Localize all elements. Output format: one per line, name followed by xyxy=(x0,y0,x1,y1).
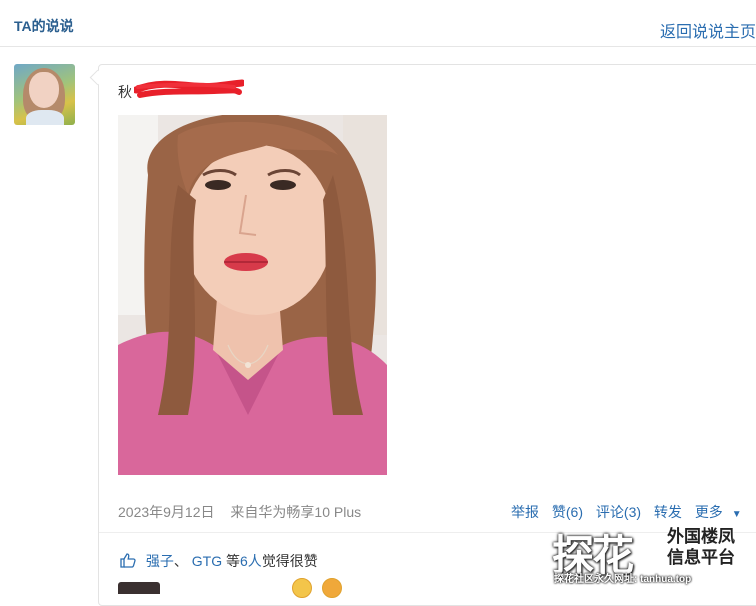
commenter-avatar[interactable] xyxy=(118,582,160,594)
page-header: TA的说说 返回说说主页 xyxy=(0,0,756,47)
liker-name-2[interactable]: GTG xyxy=(192,553,222,569)
forward-button[interactable]: 转发 xyxy=(654,504,682,520)
liker-separator: 、 xyxy=(173,553,188,569)
report-button[interactable]: 举报 xyxy=(511,504,539,520)
thumbs-up-icon xyxy=(120,553,136,568)
more-button[interactable]: 更多 xyxy=(695,504,723,520)
comment-button[interactable]: 评论(3) xyxy=(596,504,641,520)
post-meta: 2023年9月12日 来自华为畅享10 Plus xyxy=(118,502,373,522)
emoji-icon xyxy=(322,578,342,598)
avatar-shirt xyxy=(26,110,64,125)
like-button[interactable]: 赞(6) xyxy=(552,504,583,520)
likes-middle-text: 等 xyxy=(226,553,241,569)
avatar-face xyxy=(29,72,59,108)
post-source: 来自华为畅享10 Plus xyxy=(230,504,362,520)
watermark-line-1: 外国楼凤 xyxy=(667,527,735,546)
post-text-prefix: 秋 xyxy=(118,84,132,100)
selfie-image xyxy=(118,115,387,475)
post-photo[interactable] xyxy=(118,115,387,475)
watermark-url: 探花社区永久网址: tanhua.top xyxy=(554,574,692,585)
watermark-line-2: 信息平台 xyxy=(667,548,735,567)
post-text: 秋 xyxy=(118,82,132,102)
liker-name-1[interactable]: 强子 xyxy=(146,553,174,569)
emoji-icon xyxy=(292,578,312,598)
site-watermark: 探花 外国楼凤 信息平台 探花社区永久网址: tanhua.top xyxy=(552,522,756,590)
like-summary: 强子、 GTG 等6人觉得很赞 xyxy=(120,551,318,571)
caret-down-icon[interactable]: ▼ xyxy=(732,509,742,520)
back-to-feed-link[interactable]: 返回说说主页 xyxy=(660,18,756,42)
post-date: 2023年9月12日 xyxy=(118,504,215,520)
watermark-tagline: 外国楼凤 信息平台 xyxy=(667,526,756,568)
likes-count[interactable]: 6人 xyxy=(240,553,262,569)
author-avatar[interactable] xyxy=(14,64,75,125)
post-actions: 举报 赞(6) 评论(3) 转发 更多 ▼ xyxy=(511,502,751,522)
page-title: TA的说说 xyxy=(14,18,74,34)
likes-suffix-text: 觉得很赞 xyxy=(261,553,318,569)
